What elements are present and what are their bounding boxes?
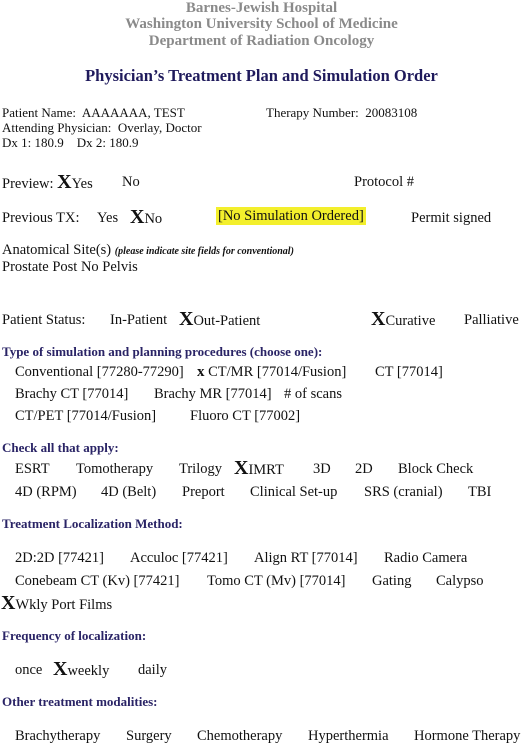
- calypso-option[interactable]: Calypso: [436, 573, 484, 590]
- tomotherapy-option[interactable]: Tomotherapy: [76, 461, 153, 478]
- gating-option[interactable]: Gating: [372, 573, 411, 590]
- physician-label: Attending Physician:: [2, 120, 112, 135]
- permit-signed-label: Permit signed: [411, 210, 492, 226]
- curative-option[interactable]: Curative: [385, 313, 435, 329]
- dx2-label: Dx 2:: [76, 135, 106, 150]
- anatomical-site-heading: Anatomical Site(s) (please indicate site…: [2, 242, 294, 259]
- brachy-mr-option[interactable]: Brachy MR [77014]: [154, 386, 272, 403]
- previous-tx-yes-option[interactable]: Yes: [97, 210, 118, 227]
- school-name: Washington University School of Medicine: [125, 16, 398, 32]
- block-check-option[interactable]: Block Check: [398, 461, 473, 478]
- weekly-port-films-checkmark: X: [1, 592, 16, 614]
- protocol-number-label: Protocol #: [354, 174, 415, 190]
- surgery-option[interactable]: Surgery: [126, 728, 172, 745]
- align-rt-option[interactable]: Align RT [77014]: [254, 550, 358, 567]
- weekly-port-films: XWkly Port Films: [1, 593, 112, 614]
- tbi-option[interactable]: TBI: [468, 484, 491, 501]
- conebeam-ct-option[interactable]: Conebeam CT (Kv) [77421]: [15, 573, 179, 590]
- previous-tx-no-option[interactable]: No: [144, 211, 162, 227]
- daily-option[interactable]: daily: [138, 662, 167, 679]
- acculoc-option[interactable]: Acculoc [77421]: [130, 550, 228, 567]
- srs-cranial-option[interactable]: SRS (cranial): [364, 484, 443, 501]
- curative-checkmark: X: [371, 308, 386, 330]
- ct-mr-checkmark: x: [197, 364, 205, 380]
- 3d-option[interactable]: 3D: [313, 461, 331, 478]
- attending-physician: Attending Physician: Overlay, Doctor: [2, 120, 202, 136]
- previous-tx-label: Previous TX:: [2, 210, 80, 226]
- ct-mr-option[interactable]: CT/MR [77014/Fusion]: [208, 364, 346, 380]
- dx1-label: Dx 1:: [2, 135, 32, 150]
- anatomical-site-value: Prostate Post No Pelvis: [2, 259, 138, 275]
- department-name: Department of Radiation Oncology: [148, 33, 375, 49]
- imrt-checkmark: X: [234, 457, 249, 479]
- imrt-option[interactable]: IMRT: [248, 462, 283, 478]
- trilogy-option[interactable]: Trilogy: [179, 461, 222, 478]
- ct-mr: x CT/MR [77014/Fusion]: [197, 364, 346, 381]
- esrt-option[interactable]: ESRT: [15, 461, 50, 478]
- chemotherapy-option[interactable]: Chemotherapy: [197, 728, 282, 745]
- previous-tx-no: XNo: [130, 207, 162, 228]
- physician-value: Overlay, Doctor: [117, 120, 202, 135]
- preport-option[interactable]: Preport: [182, 484, 225, 501]
- brachy-ct-option[interactable]: Brachy CT [77014]: [15, 386, 128, 403]
- therapy-number: Therapy Number: 20083108: [266, 105, 417, 121]
- frequency-heading: Frequency of localization:: [2, 628, 147, 643]
- 4d-belt-option[interactable]: 4D (Belt): [101, 484, 156, 501]
- 2d-option[interactable]: 2D: [355, 461, 373, 478]
- dx1-value: 180.9: [34, 135, 64, 150]
- preview-label: Preview:: [2, 176, 54, 192]
- previous-tx-no-checkmark: X: [130, 206, 145, 228]
- patient-status-label: Patient Status:: [2, 312, 86, 328]
- patient-name: Patient Name: AAAAAAA, TEST: [2, 105, 185, 121]
- localization-heading: Treatment Localization Method:: [2, 516, 183, 531]
- modalities-heading: Other treatment modalities:: [2, 694, 158, 709]
- dx2-value: 180.9: [109, 135, 139, 150]
- 4d-rpm-option[interactable]: 4D (RPM): [15, 484, 77, 501]
- preview-yes-checkmark: X: [57, 171, 72, 193]
- curative: XCurative: [371, 309, 435, 330]
- check-all-heading: Check all that apply:: [2, 440, 119, 455]
- fluoro-ct-option[interactable]: Fluoro CT [77002]: [190, 408, 300, 425]
- once-option[interactable]: once: [15, 662, 42, 679]
- preview-no-option[interactable]: No: [122, 174, 140, 191]
- 2d2d-option[interactable]: 2D:2D [77421]: [15, 550, 104, 567]
- hospital-name: Barnes-Jewish Hospital: [185, 0, 338, 16]
- hormone-therapy-option[interactable]: Hormone Therapy: [414, 728, 520, 745]
- page-title: Physician’s Treatment Plan and Simulatio…: [85, 66, 438, 85]
- preview-row: Preview: XYes: [2, 172, 93, 193]
- simulation-status-text: [No Simulation Ordered]: [216, 207, 366, 225]
- patient-name-label: Patient Name:: [2, 105, 77, 120]
- palliative-option[interactable]: Palliative: [464, 312, 519, 329]
- tomo-ct-option[interactable]: Tomo CT (Mv) [77014]: [207, 573, 345, 590]
- diagnosis-codes: Dx 1: 180.9 Dx 2: 180.9: [2, 135, 139, 151]
- number-of-scans-label: # of scans: [284, 386, 342, 402]
- ct-option[interactable]: CT [77014]: [375, 364, 443, 381]
- out-patient-option[interactable]: Out-Patient: [193, 313, 260, 329]
- weekly-checkmark: X: [53, 658, 68, 680]
- anatomical-site-note: (please indicate site fields for convent…: [114, 246, 294, 257]
- therapy-number-label: Therapy Number:: [266, 105, 359, 120]
- preview-yes-option[interactable]: Yes: [72, 176, 93, 192]
- simulation-type-heading: Type of simulation and planning procedur…: [2, 344, 323, 359]
- anatomical-site-label: Anatomical Site(s): [2, 242, 112, 258]
- conventional-option[interactable]: Conventional [77280-77290]: [15, 364, 184, 381]
- radio-camera-option[interactable]: Radio Camera: [384, 550, 467, 567]
- simulation-status-badge: [No Simulation Ordered]: [216, 207, 366, 225]
- therapy-number-value: 20083108: [365, 105, 418, 120]
- weekly-port-films-option[interactable]: Wkly Port Films: [15, 597, 112, 613]
- out-patient: XOut-Patient: [179, 309, 260, 330]
- weekly: Xweekly: [53, 659, 109, 680]
- hyperthermia-option[interactable]: Hyperthermia: [308, 728, 389, 745]
- weekly-option[interactable]: weekly: [67, 663, 109, 679]
- out-patient-checkmark: X: [179, 308, 194, 330]
- patient-name-value: AAAAAAA, TEST: [81, 105, 185, 120]
- brachytherapy-option[interactable]: Brachytherapy: [15, 728, 100, 745]
- in-patient-option[interactable]: In-Patient: [110, 312, 167, 329]
- imrt: XIMRT: [234, 458, 284, 479]
- ct-pet-option[interactable]: CT/PET [77014/Fusion]: [15, 408, 156, 425]
- clinical-setup-option[interactable]: Clinical Set-up: [250, 484, 337, 501]
